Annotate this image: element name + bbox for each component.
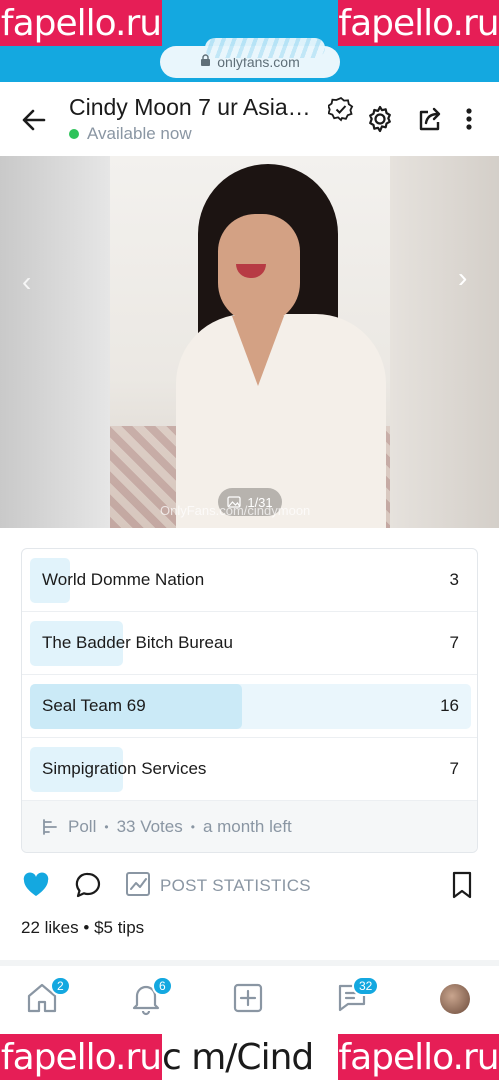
bottom-navigation: 2 6 32: [0, 966, 499, 1034]
post-actions: POST STATISTICS: [0, 866, 499, 906]
poll-option[interactable]: Simpigration Services 7: [22, 738, 477, 801]
watermark-top-left: fapello.ru: [0, 0, 162, 46]
carousel-next-button[interactable]: ›: [458, 262, 467, 294]
poll-option-selected[interactable]: Seal Team 69 16: [22, 675, 477, 738]
like-button[interactable]: [21, 870, 51, 900]
share-icon: [419, 107, 441, 131]
media-carousel[interactable]: ‹ › 1/31 OnlyFans.com/cindymoon: [0, 156, 499, 528]
watermark-bottom-right: fapello.ru: [338, 1034, 499, 1080]
poll-votes: 33 Votes: [116, 817, 183, 836]
poll-option-label: Simpigration Services: [42, 759, 207, 778]
back-button[interactable]: [18, 104, 50, 136]
poll-option-votes: 16: [440, 696, 459, 715]
separator-dot: •: [83, 918, 95, 937]
watermark-top-right: fapello.ru: [338, 0, 499, 46]
gear-icon: [369, 105, 391, 133]
watermark-bottom-left: fapello.ru: [0, 1034, 162, 1080]
home-badge: 2: [50, 976, 71, 996]
poll-option-label: World Domme Nation: [42, 570, 205, 589]
bottom-url-fragment: c m/Cind: [162, 1034, 338, 1080]
poll-option-votes: 3: [449, 570, 459, 589]
poll-option[interactable]: The Badder Bitch Bureau 7: [22, 612, 477, 675]
avatar[interactable]: [440, 984, 470, 1014]
messages-badge: 32: [352, 976, 380, 996]
likes-count[interactable]: 22 likes: [21, 918, 79, 937]
likes-and-tips: 22 likes • $5 tips: [21, 918, 144, 938]
post-statistics-label[interactable]: POST STATISTICS: [160, 876, 311, 896]
nav-new-post[interactable]: [230, 980, 270, 1020]
separator-dot: •: [104, 820, 109, 834]
comment-icon: [75, 872, 101, 898]
online-dot-icon: [69, 129, 79, 139]
settings-button[interactable]: [365, 104, 395, 134]
post-header: Cindy Moon 7 ur Asia… Available now: [0, 82, 499, 156]
nav-home[interactable]: 2: [24, 976, 71, 1020]
separator-dot: •: [190, 820, 195, 834]
previous-photo-preview: [0, 156, 110, 528]
page: onlyfans.com fapello.ru fapello.ru Cindy…: [0, 0, 499, 1080]
redaction-scribble: [205, 38, 325, 58]
poll-option-label: Seal Team 69: [42, 696, 146, 715]
bookmark-icon: [452, 871, 472, 899]
poll-option-votes: 7: [449, 759, 459, 778]
comment-button[interactable]: [73, 870, 103, 900]
chart-icon: [126, 872, 150, 896]
verified-icon: [327, 96, 354, 122]
poll-option-votes: 7: [449, 633, 459, 652]
status-text: Available now: [87, 124, 192, 143]
carousel-prev-button[interactable]: ‹: [22, 266, 31, 298]
poll-option-label: The Badder Bitch Bureau: [42, 633, 233, 652]
share-button[interactable]: [415, 104, 445, 134]
poll-icon: [43, 819, 57, 835]
availability-status: Available now: [69, 124, 192, 144]
more-vertical-icon: [466, 108, 472, 130]
poll: World Domme Nation 3 The Badder Bitch Bu…: [21, 548, 478, 853]
post-statistics-button[interactable]: [124, 870, 154, 900]
poll-option[interactable]: World Domme Nation 3: [22, 549, 477, 612]
poll-footer: Poll • 33 Votes • a month left: [22, 801, 477, 852]
heart-icon: [23, 872, 49, 896]
more-options-button[interactable]: [457, 104, 481, 134]
bookmark-button[interactable]: [448, 870, 478, 900]
photo-watermark: OnlyFans.com/cindymoon: [160, 503, 311, 518]
next-photo-preview: [389, 156, 499, 528]
tips-amount: $5 tips: [94, 918, 145, 937]
nav-messages[interactable]: 32: [334, 976, 380, 1020]
nav-notifications[interactable]: 6: [128, 976, 173, 1020]
plus-square-icon: [233, 983, 263, 1013]
notifications-badge: 6: [152, 976, 173, 996]
poll-type: Poll: [68, 817, 97, 836]
poll-time-left: a month left: [202, 817, 292, 836]
arrow-left-icon: [22, 109, 46, 131]
profile-name[interactable]: Cindy Moon 7 ur Asia…: [69, 94, 311, 121]
